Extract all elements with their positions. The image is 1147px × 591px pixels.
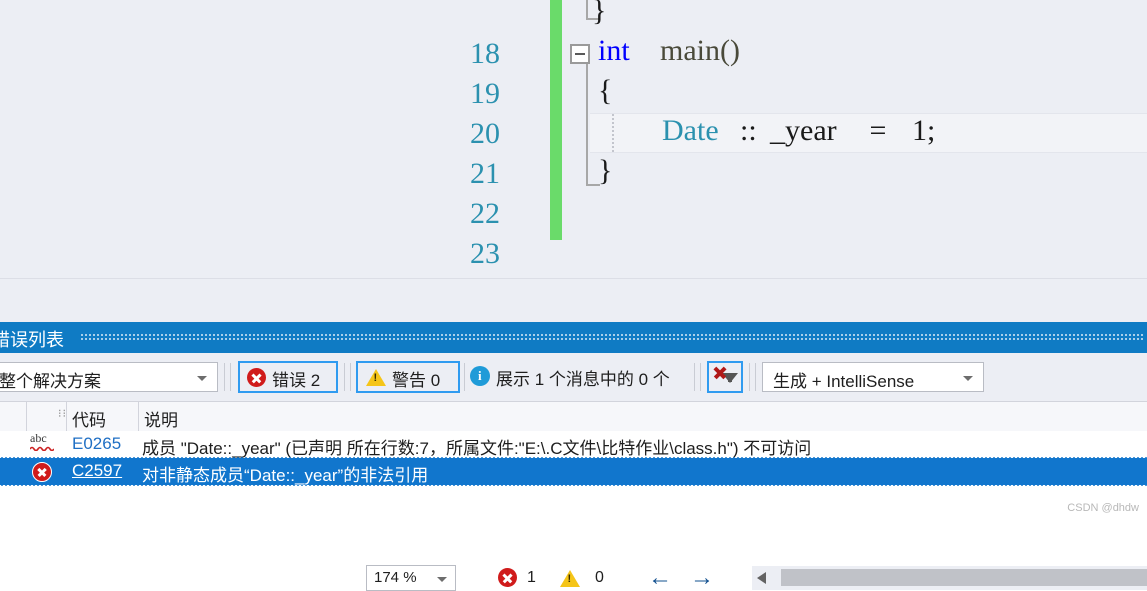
- panel-drag-handle[interactable]: [80, 333, 1143, 342]
- error-code-link[interactable]: E0265: [72, 434, 121, 454]
- error-description: 对非静态成员“Date::_year”的非法引用: [142, 466, 429, 485]
- toolbar-separator: [344, 363, 345, 391]
- collapse-outline-icon[interactable]: [570, 44, 590, 64]
- indent-guide: [586, 0, 588, 20]
- scroll-left-arrow-icon[interactable]: [757, 572, 766, 584]
- status-warning-count: 0: [595, 569, 604, 586]
- warnings-filter-label: 警告 0: [392, 371, 441, 390]
- warning-triangle-icon: [366, 369, 386, 386]
- errors-filter-button[interactable]: 错误 2: [238, 361, 338, 393]
- column-divider[interactable]: [26, 402, 27, 432]
- scope-filter-combobox[interactable]: 整个解决方案: [0, 362, 218, 392]
- editor-line[interactable]: 18: [0, 0, 1147, 70]
- build-source-value: 生成 + IntelliSense: [773, 372, 915, 391]
- error-squiggle-icon: [768, 143, 854, 149]
- code-token-brace: }: [598, 154, 613, 187]
- navigate-back-button[interactable]: ←: [648, 565, 672, 591]
- info-circle-icon: [470, 366, 490, 386]
- navigate-forward-button[interactable]: →: [690, 565, 714, 591]
- error-list-column-headers: ⁝⁝ 代码 说明: [0, 401, 1147, 433]
- code-area[interactable]: 18 19 20 21 22 23} int main() {Date::…: [0, 0, 1147, 278]
- code-token-type: Date: [662, 114, 719, 147]
- toolbar-separator: [700, 363, 701, 391]
- warnings-filter-button[interactable]: 警告 0: [356, 361, 460, 393]
- toolbar-separator: [350, 363, 351, 391]
- panel-title-label: 错误列表: [0, 330, 64, 350]
- row-separator: [0, 484, 1147, 486]
- scrollbar-thumb[interactable]: [781, 569, 1147, 586]
- messages-filter-label[interactable]: 展示 1 个消息中的 0 个: [496, 365, 670, 390]
- editor-status-bar: 174 % 1 0 ← →: [0, 278, 1147, 591]
- error-code-link[interactable]: C2597: [72, 461, 122, 481]
- error-list-panel: 错误列表 整个解决方案 错误 2 警告 0 展示 1 个消息中的 0: [0, 322, 1147, 518]
- code-token-function: main(): [660, 34, 740, 67]
- code-token-literal: 1;: [912, 114, 936, 147]
- table-row[interactable]: abc E0265 成员 "Date::_year" (已声明 所在行数:7，所…: [0, 431, 1147, 458]
- chevron-down-icon[interactable]: [437, 577, 447, 582]
- column-header-code[interactable]: 代码: [72, 406, 106, 431]
- horizontal-scrollbar[interactable]: [752, 566, 1147, 590]
- spellcheck-abc-icon: abc: [30, 431, 56, 454]
- sort-indicator-icon[interactable]: ⁝⁝: [58, 407, 67, 420]
- error-circle-icon: [32, 462, 52, 482]
- column-header-description[interactable]: 说明: [144, 406, 178, 431]
- status-error-count: 1: [527, 569, 536, 586]
- code-token-brace: {: [598, 74, 613, 107]
- indent-guide: [586, 64, 588, 186]
- zoom-level-value: 174 %: [374, 569, 417, 586]
- warning-triangle-icon: [560, 570, 580, 587]
- code-token-brace: }: [592, 0, 607, 27]
- chevron-down-icon[interactable]: [963, 376, 973, 381]
- toolbar-separator: [694, 363, 695, 391]
- error-circle-icon: [247, 368, 266, 387]
- code-token-scope-operator: ::: [740, 114, 757, 147]
- error-circle-icon: [498, 568, 517, 587]
- toolbar-separator: [464, 363, 465, 391]
- build-source-combobox[interactable]: 生成 + IntelliSense: [762, 362, 984, 392]
- clear-filter-icon: [713, 366, 726, 379]
- line-number: 23: [470, 237, 500, 270]
- error-list-toolbar: 整个解决方案 错误 2 警告 0 展示 1 个消息中的 0 个: [0, 353, 1147, 401]
- editor-line[interactable]: 22: [0, 154, 1147, 230]
- editor-line[interactable]: 23: [0, 194, 1147, 270]
- zoom-level-combobox[interactable]: 174 %: [366, 565, 456, 591]
- toolbar-separator: [755, 363, 756, 391]
- code-editor[interactable]: 18 19 20 21 22 23} int main() {Date::…: [0, 0, 1147, 278]
- chevron-down-icon[interactable]: [197, 376, 207, 381]
- editor-line[interactable]: 20: [0, 74, 1147, 150]
- vs-ide-window: 18 19 20 21 22 23} int main() {Date::…: [0, 0, 1147, 591]
- scope-filter-value: 整个解决方案: [0, 372, 101, 391]
- toolbar-separator: [224, 363, 225, 391]
- column-divider[interactable]: [138, 402, 139, 432]
- toolbar-separator: [749, 363, 750, 391]
- toolbar-separator: [230, 363, 231, 391]
- clear-filter-button[interactable]: [707, 361, 743, 393]
- watermark: CSDN @dhdw: [1067, 502, 1139, 514]
- panel-title-bar[interactable]: 错误列表: [0, 322, 1147, 353]
- errors-filter-label: 错误 2: [272, 371, 321, 390]
- editor-line[interactable]: 21: [0, 114, 1147, 190]
- table-row[interactable]: C2597 对非静态成员“Date::_year”的非法引用: [0, 458, 1147, 485]
- dotted-indent-guide: [612, 114, 614, 152]
- code-token-assign: =: [862, 114, 894, 147]
- code-token-keyword: int: [598, 34, 630, 67]
